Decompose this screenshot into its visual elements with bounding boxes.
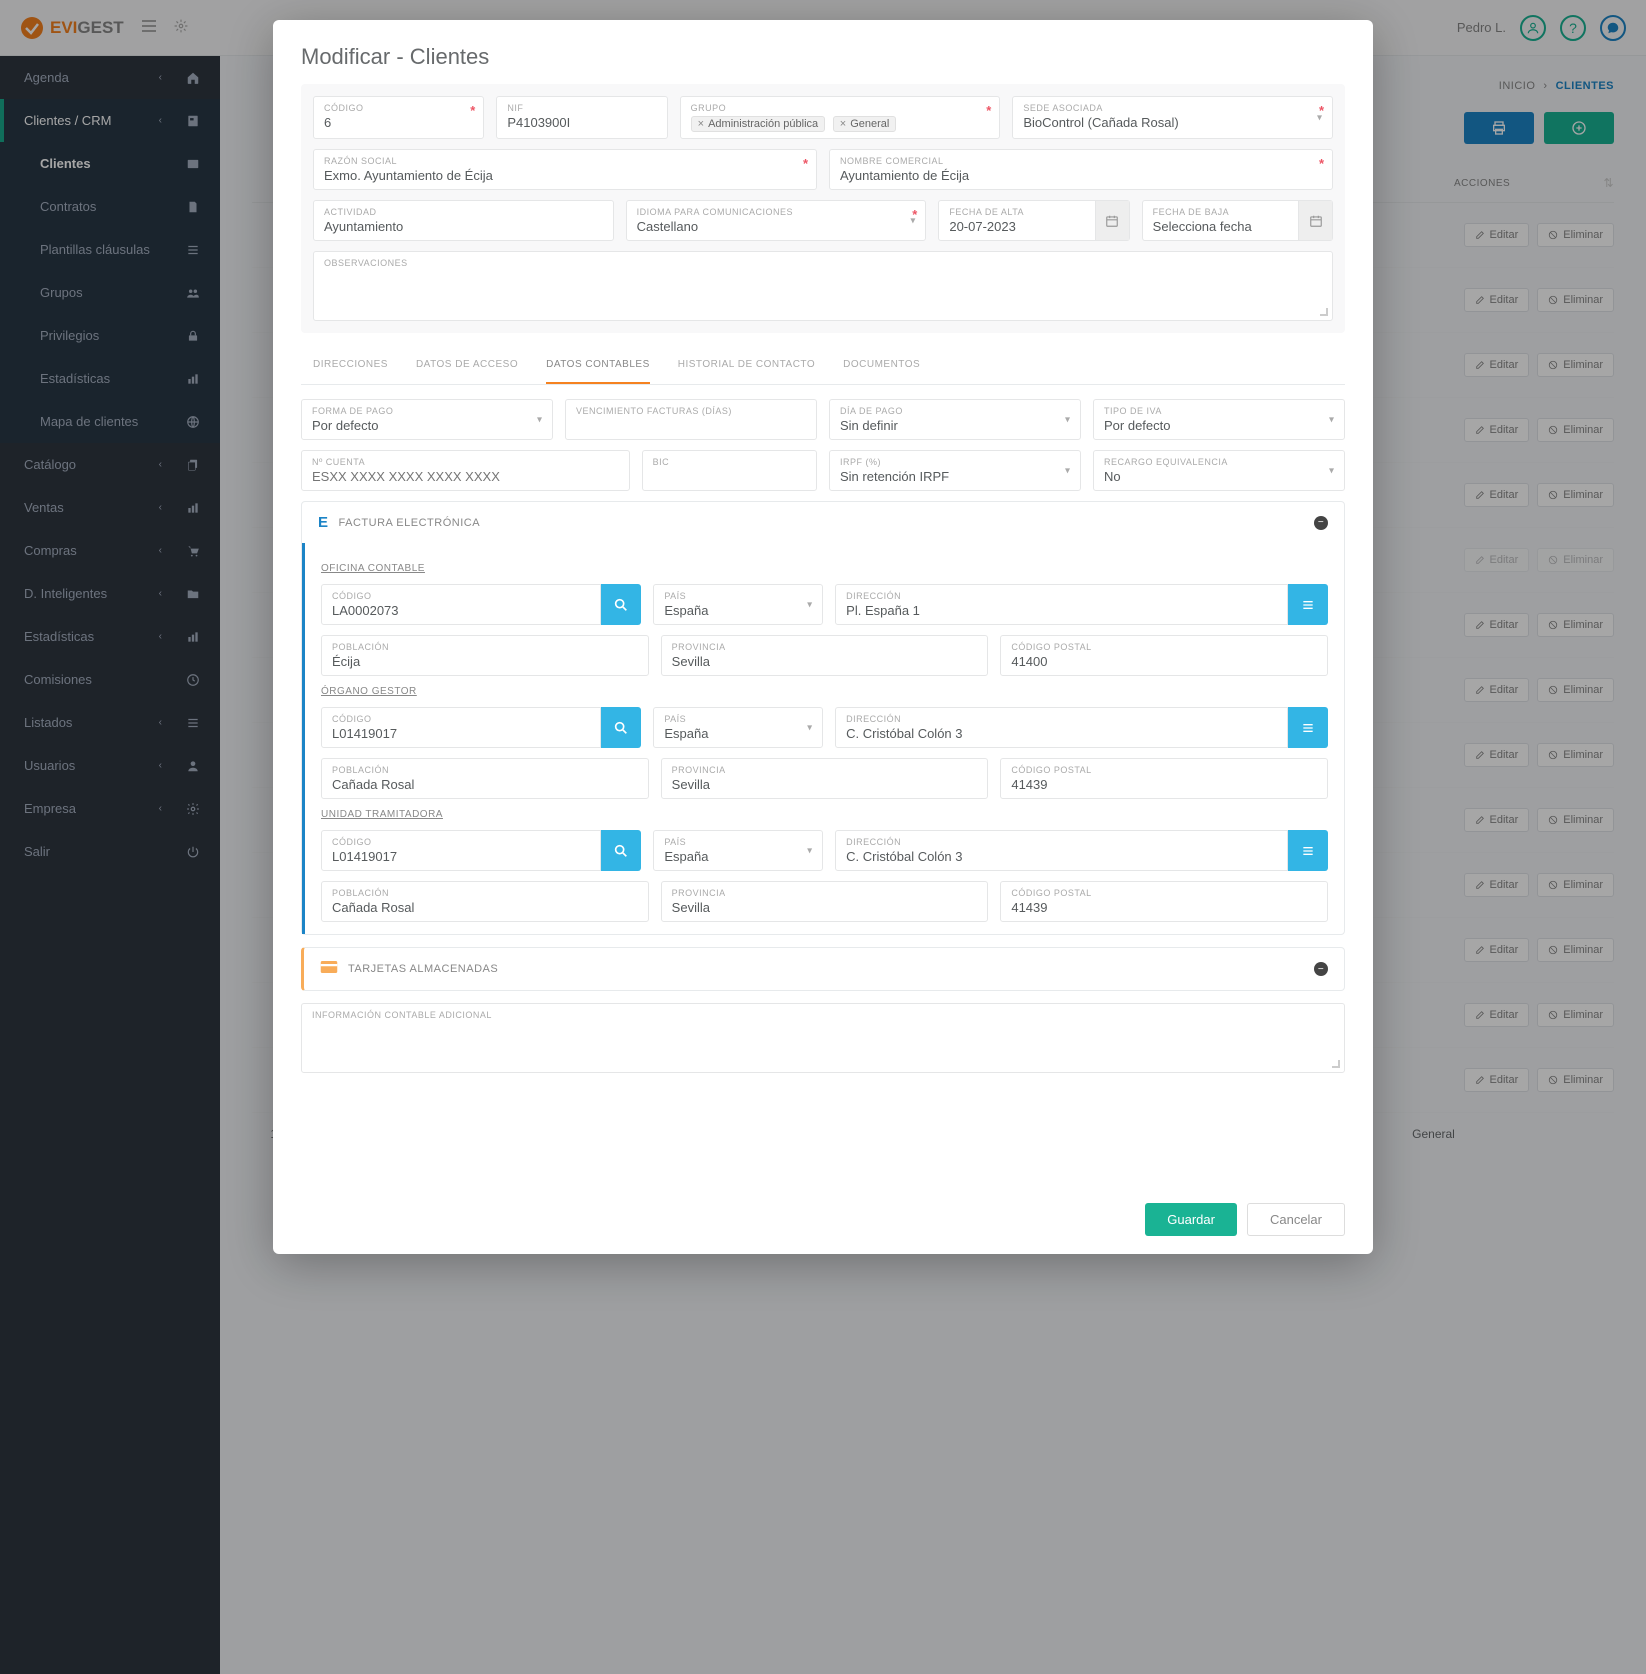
field-oficina-codigo[interactable]: CÓDIGO — [321, 584, 601, 625]
save-button[interactable]: Guardar — [1145, 1203, 1237, 1236]
field-actividad[interactable]: ACTIVIDAD — [313, 200, 614, 241]
field-organo-provincia[interactable]: PROVINCIA — [661, 758, 989, 799]
list-icon — [1300, 720, 1316, 736]
field-oficina-poblacion[interactable]: POBLACIÓN — [321, 635, 649, 676]
field-unidad-codigo[interactable]: CÓDIGO — [321, 830, 601, 871]
subsection-oficina: OFICINA CONTABLE — [321, 563, 1328, 574]
field-unidad-provincia[interactable]: PROVINCIA — [661, 881, 989, 922]
field-unidad-pais[interactable]: PAÍS España▾ — [653, 830, 823, 871]
search-button[interactable] — [601, 707, 641, 748]
tag[interactable]: ×General — [833, 116, 897, 132]
list-icon — [1300, 597, 1316, 613]
tab-direcciones[interactable]: DIRECCIONES — [313, 347, 388, 384]
field-organo-poblacion[interactable]: POBLACIÓN — [321, 758, 649, 799]
field-oficina-pais[interactable]: PAÍS España▾ — [653, 584, 823, 625]
list-button[interactable] — [1288, 830, 1328, 871]
field-comercial[interactable]: NOMBRE COMERCIAL * — [829, 149, 1333, 190]
list-button[interactable] — [1288, 707, 1328, 748]
field-fecha-alta[interactable]: FECHA DE ALTA 20-07-2023 — [938, 200, 1129, 241]
modal-overlay: Modificar - Clientes CÓDIGO * NIF GRUPO … — [0, 0, 1646, 1674]
field-unidad-poblacion[interactable]: POBLACIÓN — [321, 881, 649, 922]
modal-title: Modificar - Clientes — [301, 44, 1345, 70]
modal-tabs: DIRECCIONES DATOS DE ACCESO DATOS CONTAB… — [301, 347, 1345, 385]
accordion-header[interactable]: TARJETAS ALMACENADAS − — [304, 948, 1344, 990]
field-oficina-direccion[interactable]: DIRECCIÓN — [835, 584, 1288, 625]
field-forma-pago[interactable]: FORMA DE PAGO Por defecto▾ — [301, 399, 553, 440]
field-cuenta[interactable]: Nº CUENTA — [301, 450, 630, 491]
field-vencimiento[interactable]: VENCIMIENTO FACTURAS (DÍAS) — [565, 399, 817, 440]
chevron-down-icon: ▾ — [1317, 112, 1322, 123]
field-oficina-provincia[interactable]: PROVINCIA — [661, 635, 989, 676]
field-info-contable[interactable]: INFORMACIÓN CONTABLE ADICIONAL — [301, 1003, 1345, 1073]
modal-footer: Guardar Cancelar — [301, 1203, 1345, 1236]
search-icon — [613, 843, 629, 859]
field-sede[interactable]: SEDE ASOCIADA BioControl (Cañada Rosal) … — [1012, 96, 1333, 139]
search-icon — [613, 720, 629, 736]
subsection-unidad: UNIDAD TRAMITADORA — [321, 809, 1328, 820]
field-bic[interactable]: BIC — [642, 450, 817, 491]
field-oficina-cp[interactable]: CÓDIGO POSTAL — [1000, 635, 1328, 676]
calendar-icon[interactable] — [1298, 201, 1332, 240]
tab-historial[interactable]: HISTORIAL DE CONTACTO — [678, 347, 815, 384]
collapse-icon[interactable]: − — [1314, 962, 1328, 976]
search-button[interactable] — [601, 584, 641, 625]
field-unidad-cp[interactable]: CÓDIGO POSTAL — [1000, 881, 1328, 922]
field-fecha-baja[interactable]: FECHA DE BAJA Selecciona fecha — [1142, 200, 1333, 241]
list-button[interactable] — [1288, 584, 1328, 625]
field-organo-cp[interactable]: CÓDIGO POSTAL — [1000, 758, 1328, 799]
tag[interactable]: ×Administración pública — [691, 116, 826, 132]
list-icon — [1300, 843, 1316, 859]
field-organo-pais[interactable]: PAÍS España▾ — [653, 707, 823, 748]
chevron-down-icon: ▾ — [910, 215, 915, 226]
field-irpf[interactable]: IRPF (%) Sin retención IRPF▾ — [829, 450, 1081, 491]
field-organo-direccion[interactable]: DIRECCIÓN — [835, 707, 1288, 748]
collapse-icon[interactable]: − — [1314, 516, 1328, 530]
accordion-tarjetas: TARJETAS ALMACENADAS − — [301, 947, 1345, 991]
tab-datos-acceso[interactable]: DATOS DE ACCESO — [416, 347, 518, 384]
subsection-organo: ÓRGANO GESTOR — [321, 686, 1328, 697]
calendar-icon[interactable] — [1095, 201, 1129, 240]
search-icon — [613, 597, 629, 613]
modal-edit-client: Modificar - Clientes CÓDIGO * NIF GRUPO … — [273, 20, 1373, 1254]
accordion-header[interactable]: EFACTURA ELECTRÓNICA − — [302, 502, 1344, 543]
field-recargo[interactable]: RECARGO EQUIVALENCIA No▾ — [1093, 450, 1345, 491]
field-dia-pago[interactable]: DÍA DE PAGO Sin definir▾ — [829, 399, 1081, 440]
cancel-button[interactable]: Cancelar — [1247, 1203, 1345, 1236]
credit-card-icon — [320, 960, 338, 978]
search-button[interactable] — [601, 830, 641, 871]
tab-datos-contables[interactable]: DATOS CONTABLES — [546, 347, 650, 384]
tab-documentos[interactable]: DOCUMENTOS — [843, 347, 920, 384]
field-grupo[interactable]: GRUPO ×Administración pública ×General * — [680, 96, 1001, 139]
field-tipo-iva[interactable]: TIPO DE IVA Por defecto▾ — [1093, 399, 1345, 440]
field-nif[interactable]: NIF — [496, 96, 667, 139]
field-observaciones[interactable]: OBSERVACIONES — [313, 251, 1333, 321]
field-idioma[interactable]: IDIOMA PARA COMUNICACIONES Castellano *▾ — [626, 200, 927, 241]
accordion-factura-electronica: EFACTURA ELECTRÓNICA − OFICINA CONTABLE … — [301, 501, 1345, 935]
field-razon[interactable]: RAZÓN SOCIAL * — [313, 149, 817, 190]
field-codigo[interactable]: CÓDIGO * — [313, 96, 484, 139]
field-unidad-direccion[interactable]: DIRECCIÓN — [835, 830, 1288, 871]
field-organo-codigo[interactable]: CÓDIGO — [321, 707, 601, 748]
e-badge-icon: E — [318, 514, 329, 531]
